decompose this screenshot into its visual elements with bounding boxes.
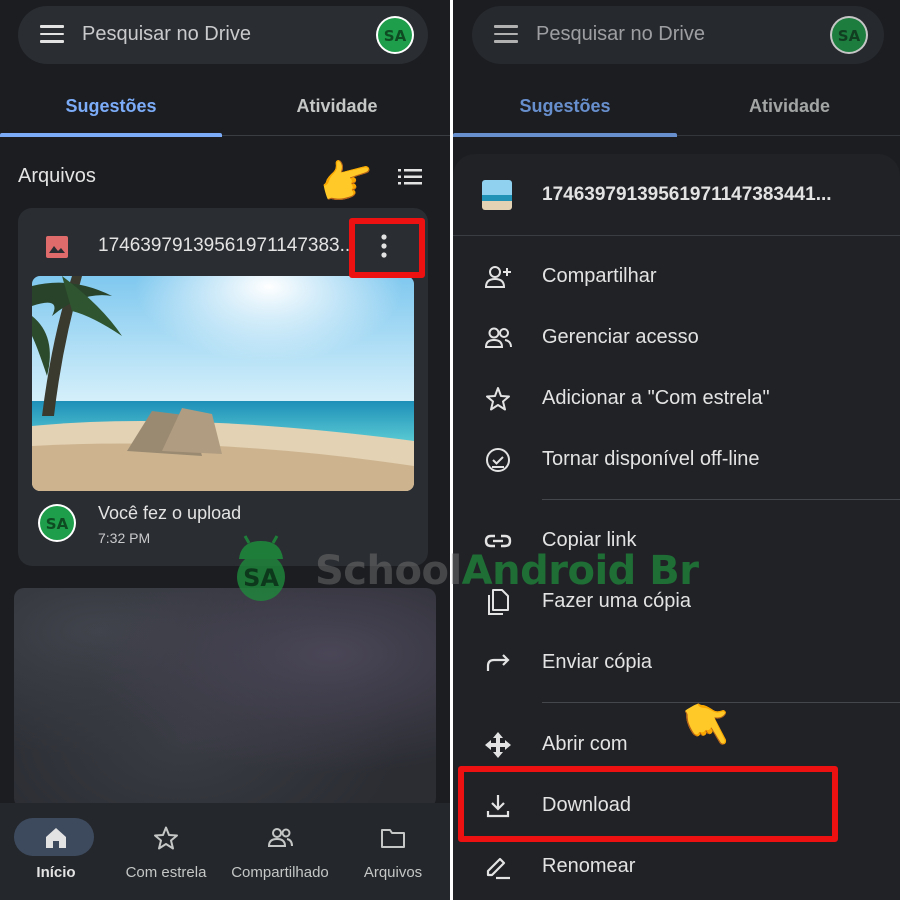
svg-text:SA: SA: [384, 27, 407, 45]
sheet-file-name: 17463979139561971147383441...: [542, 184, 832, 205]
nav-item-inicio[interactable]: Início: [0, 803, 112, 900]
svg-text:SA: SA: [46, 515, 69, 533]
active-tab-indicator: [453, 133, 677, 137]
file-thumbnail: [482, 180, 512, 210]
home-icon: [46, 828, 66, 848]
sheet-header: 17463979139561971147383441...: [453, 154, 900, 236]
menu-label: Compartilhar: [542, 265, 657, 287]
android-logo-icon: SA: [237, 535, 285, 601]
highlight-box-more-options: [349, 218, 425, 278]
file-options-screen: Pesquisar no Drive SA Sugestões Atividad…: [453, 0, 900, 900]
search-bar[interactable]: Pesquisar no Drive SA: [18, 6, 428, 64]
search-placeholder: Pesquisar no Drive: [536, 23, 705, 45]
menu-item-compartilhar[interactable]: Compartilhar: [453, 248, 900, 306]
highlight-box-download: [458, 766, 838, 842]
menu-divider: [542, 499, 900, 500]
menu-label: Renomear: [542, 855, 636, 877]
menu-item-adicionar-estrela[interactable]: Adicionar a "Com estrela": [453, 370, 900, 428]
blurred-file-card: [14, 588, 436, 808]
svg-text:SA: SA: [243, 564, 279, 592]
offline-check-icon: [486, 448, 510, 472]
open-with-icon: [485, 732, 511, 758]
menu-item-enviar-copia[interactable]: Enviar cópia: [453, 634, 900, 692]
section-title: Arquivos: [18, 165, 96, 187]
menu-item-gerenciar-acesso[interactable]: Gerenciar acesso: [453, 309, 900, 367]
pointing-hand-icon: 👉: [312, 148, 382, 214]
menu-label: Tornar disponível off-line: [542, 448, 760, 470]
menu-label: Enviar cópia: [542, 651, 653, 673]
folder-icon: [381, 829, 405, 848]
nav-item-arquivos[interactable]: Arquivos: [337, 803, 449, 900]
menu-label: Adicionar a "Com estrela": [542, 387, 770, 409]
menu-label: Gerenciar acesso: [542, 326, 699, 348]
active-tab-indicator: [0, 133, 222, 137]
menu-item-offline[interactable]: Tornar disponível off-line: [453, 431, 900, 489]
activity-time: 7:32 PM: [98, 530, 151, 546]
people-icon: [484, 327, 512, 348]
tab-atividade[interactable]: Atividade: [679, 96, 900, 117]
nav-item-compartilhado[interactable]: Compartilhado: [224, 803, 336, 900]
menu-item-renomear[interactable]: Renomear: [453, 838, 900, 896]
file-thumbnail[interactable]: [32, 276, 414, 491]
tab-atividade[interactable]: Atividade: [224, 96, 450, 117]
bottom-navigation: Início Com estrela Compartilhado Arquivo…: [0, 803, 450, 900]
account-avatar[interactable]: SA: [376, 16, 414, 54]
tab-bar: Sugestões Atividade: [453, 72, 900, 137]
svg-text:SA: SA: [838, 27, 861, 45]
account-avatar[interactable]: SA: [830, 16, 868, 54]
tab-sugestoes[interactable]: Sugestões: [453, 96, 677, 117]
watermark-text: SchoolAndroid Br: [315, 548, 699, 594]
nav-label: Com estrela: [125, 864, 207, 881]
tab-bar: Sugestões Atividade: [0, 72, 450, 137]
share-arrow-icon: [486, 654, 510, 671]
search-bar[interactable]: Pesquisar no Drive SA: [472, 6, 884, 64]
nav-label: Arquivos: [363, 864, 423, 881]
menu-icon[interactable]: [494, 25, 518, 45]
star-outline-icon: [486, 387, 510, 411]
rename-icon: [486, 857, 510, 880]
nav-label: Início: [36, 864, 76, 881]
star-icon: [154, 826, 178, 850]
menu-icon[interactable]: [40, 25, 64, 45]
nav-label: Compartilhado: [231, 864, 329, 881]
file-name: 17463979139561971147383...: [98, 235, 356, 256]
search-placeholder: Pesquisar no Drive: [82, 23, 251, 45]
shared-icon: [267, 828, 293, 847]
activity-text: Você fez o upload: [98, 503, 242, 523]
drive-home-screen: Pesquisar no Drive SA Sugestões Atividad…: [0, 0, 450, 900]
watermark: SA SchoolAndroid Br: [229, 535, 699, 605]
nav-item-com-estrela[interactable]: Com estrela: [110, 803, 222, 900]
tab-sugestoes[interactable]: Sugestões: [0, 96, 222, 117]
image-file-icon: [46, 236, 68, 258]
list-view-icon[interactable]: [398, 168, 422, 186]
owner-avatar: SA: [38, 504, 76, 542]
menu-label: Abrir com: [542, 733, 628, 755]
person-add-icon: [484, 266, 511, 288]
